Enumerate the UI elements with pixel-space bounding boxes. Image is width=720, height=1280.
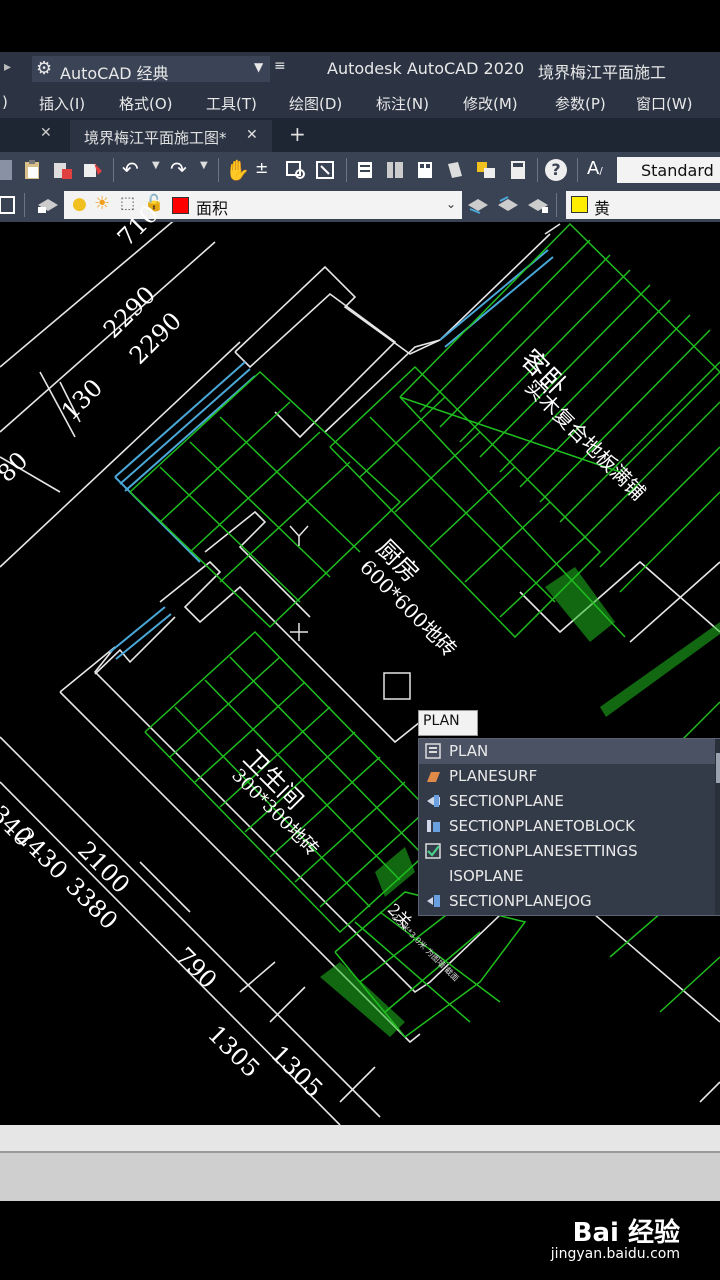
baidu-jingyan-logo: Bai 经验 (572, 1218, 680, 1248)
close-icon[interactable]: ✕ (40, 125, 52, 141)
tab-close-icon[interactable]: ✕ (246, 127, 258, 143)
properties-icon[interactable] (355, 160, 375, 180)
gear-icon: ⚙ (36, 58, 53, 79)
suggestion-label: PLAN (449, 742, 489, 760)
floor-plan-drawing (0, 222, 720, 1125)
sectionplanejog-icon (425, 893, 441, 909)
menu-item-dimension[interactable]: 标注(N) (376, 93, 429, 114)
chevron-down-icon: ⌄ (446, 197, 457, 211)
command-input-tooltip[interactable]: PLAN (418, 710, 478, 736)
app-title: Autodesk AutoCAD 2020 (327, 59, 525, 78)
tool-palettes-icon[interactable] (415, 160, 435, 180)
suggestion-plan[interactable]: PLAN (419, 739, 715, 764)
horizontal-scrollbar[interactable] (0, 1125, 720, 1151)
suggestion-sectionplanesettings[interactable]: SECTIONPLANESETTINGS (419, 839, 715, 864)
paste-icon[interactable] (22, 160, 42, 180)
text-style-value: Standard (641, 161, 714, 180)
command-typed-text: PLAN (423, 713, 460, 729)
suggestion-label: PLANESURF (449, 767, 538, 785)
checkbox-icon (425, 843, 441, 859)
top-black-strip (0, 0, 720, 52)
undo-dropdown-icon[interactable]: ▼ (152, 160, 172, 180)
suggestion-scrollbar[interactable] (715, 739, 720, 915)
menu-item-format[interactable]: 格式(O) (119, 93, 173, 114)
color-swatch (571, 196, 588, 213)
customize-icon[interactable]: ≡ (274, 58, 286, 74)
menu-item-modify[interactable]: 修改(M) (463, 93, 518, 114)
quick-access-arrow-icon[interactable]: ▸ (4, 59, 11, 75)
viewport-freeze-icon: ⬚ (120, 193, 136, 212)
suggestion-sectionplane[interactable]: SECTIONPLANE (419, 789, 715, 814)
menu-item-tools[interactable]: 工具(T) (206, 93, 257, 114)
menu-item-insert[interactable]: 插入(I) (39, 93, 85, 114)
tab-label: 境界梅江平面施工图* (84, 129, 227, 147)
suggestion-planesurf[interactable]: PLANESURF (419, 764, 715, 789)
layer-name: 面积 (196, 199, 229, 218)
zoom-realtime-icon[interactable]: ± (255, 158, 275, 178)
suggestion-isoplane[interactable]: ISOPLANE (419, 864, 715, 889)
suggestion-label: SECTIONPLANETOBLOCK (449, 817, 635, 835)
suggestion-label: ISOPLANE (449, 867, 524, 885)
suggestion-label: SECTIONPLANESETTINGS (449, 842, 638, 860)
text-style-dropdown[interactable]: Standard (617, 157, 720, 183)
menu-bar: ) 插入(I) 格式(O) 工具(T) 绘图(D) 标注(N) 修改(M) 参数… (0, 88, 720, 118)
suggestion-label: SECTIONPLANE (449, 792, 564, 810)
sun-icon: ☀ (94, 193, 111, 214)
pan-hand-icon[interactable]: ✋ (225, 158, 250, 182)
layer-manager-icon[interactable] (0, 195, 20, 215)
design-center-icon[interactable] (385, 160, 405, 180)
match-properties-icon[interactable] (82, 160, 102, 180)
sheet-set-icon[interactable] (445, 160, 465, 180)
color-dropdown[interactable]: 黄 (566, 191, 720, 219)
sectionplane-icon (425, 793, 441, 809)
color-name: 黄 (594, 199, 611, 218)
workspace-dropdown[interactable]: ⚙ AutoCAD 经典 ▼ (32, 56, 270, 83)
command-line-area[interactable] (0, 1151, 720, 1203)
copy-icon[interactable] (0, 160, 12, 180)
paste-special-icon[interactable] (52, 160, 72, 180)
watermark-url: jingyan.baidu.com (550, 1246, 680, 1262)
text-style-icon[interactable]: A/ (587, 158, 607, 179)
layer-previous-icon[interactable] (496, 195, 518, 215)
suggestion-sectionplanejog[interactable]: SECTIONPLANEJOG (419, 889, 715, 914)
lightbulb-icon: ● (72, 194, 87, 214)
standard-toolbar: ↶ ▼ ↷ ▼ ✋ ± ? A/ Standard (0, 152, 720, 188)
menu-item-parametric[interactable]: 参数(P) (555, 93, 606, 114)
menu-fragment[interactable]: ) (2, 93, 8, 111)
suggestion-label: SECTIONPLANEJOG (449, 892, 592, 910)
suggestion-sectionplanetoblock[interactable]: SECTIONPLANETOBLOCK (419, 814, 715, 839)
planesurf-icon (425, 768, 441, 784)
layers-toolbar: ● ☀ ⬚ 🔓 面积 ⌄ 黄 (0, 188, 720, 222)
help-icon[interactable]: ? (545, 159, 567, 181)
window-lines (109, 249, 554, 660)
file-tab-bar: ✕ 境界梅江平面施工图* ✕ + (0, 118, 720, 152)
make-current-layer-icon[interactable] (466, 195, 488, 215)
layer-isolate-icon[interactable] (526, 195, 548, 215)
redo-dropdown-icon[interactable]: ▼ (200, 160, 220, 180)
title-bar: ▸ ⚙ AutoCAD 经典 ▼ ≡ Autodesk AutoCAD 2020… (0, 52, 720, 106)
layer-color-swatch (172, 197, 189, 214)
command-suggestion-list: PLAN PLANESURF SECTIONPLANE SECTIONPLANE… (418, 738, 720, 916)
layer-states-icon[interactable] (36, 195, 58, 215)
layer-dropdown[interactable]: ● ☀ ⬚ 🔓 面积 ⌄ (64, 191, 462, 219)
chevron-down-icon: ▼ (254, 60, 264, 74)
sectionplanetoblock-icon (425, 818, 441, 834)
scrollbar-thumb[interactable] (716, 753, 720, 783)
zoom-window-icon[interactable] (285, 160, 305, 180)
menu-item-draw[interactable]: 绘图(D) (289, 93, 342, 114)
undo-icon[interactable]: ↶ (122, 159, 142, 180)
zoom-previous-icon[interactable] (315, 160, 335, 180)
workspace-label: AutoCAD 经典 (60, 64, 169, 83)
menu-item-window[interactable]: 窗口(W) (636, 93, 693, 114)
calculator-icon[interactable] (508, 160, 528, 180)
redo-icon[interactable]: ↷ (170, 159, 190, 180)
plan-icon (425, 743, 441, 759)
tab-active-drawing[interactable]: 境界梅江平面施工图* ✕ (70, 120, 272, 152)
drawing-canvas[interactable]: 客卧 实木复合地板满铺 厨房 600*600地砖 卫生间 300*300地砖 2… (0, 200, 720, 1125)
markup-icon[interactable] (475, 160, 495, 180)
add-tab-icon[interactable]: + (289, 122, 306, 146)
